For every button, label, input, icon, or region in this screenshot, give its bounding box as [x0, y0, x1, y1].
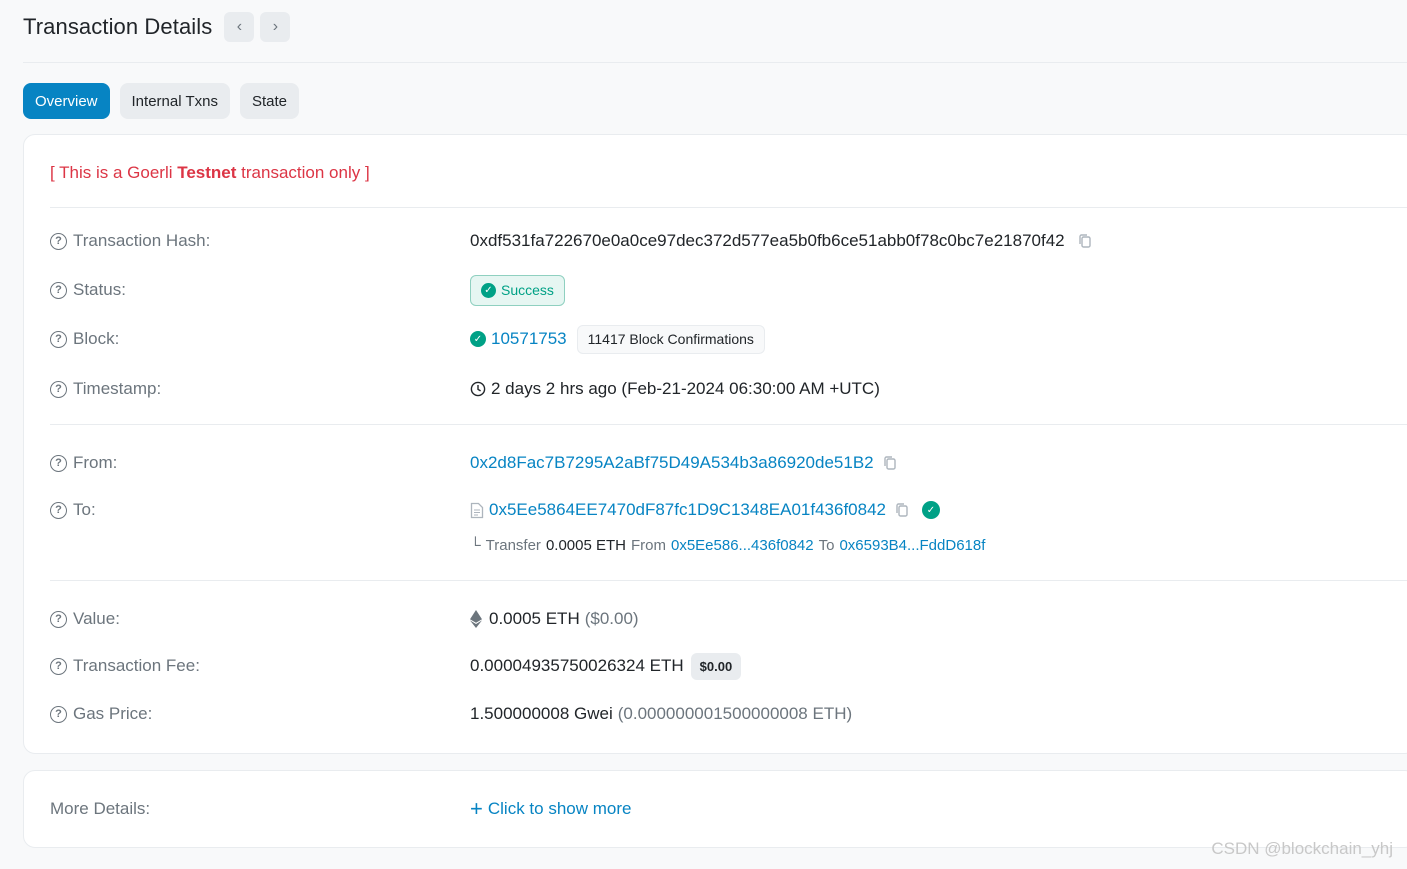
more-details-label: More Details:	[50, 799, 151, 818]
divider	[50, 424, 1407, 425]
row-transaction-fee: ? Transaction Fee: 0.00004935750026324 ET…	[50, 652, 1407, 680]
testnet-notice: [ This is a Goerli Testnet transaction o…	[50, 163, 370, 182]
help-icon[interactable]: ?	[50, 232, 67, 250]
row-from: ? From: 0x2d8Fac7B7295A2aBf75D49A534b3a86…	[50, 449, 1407, 477]
help-icon[interactable]: ?	[50, 281, 67, 299]
page-title: Transaction Details	[23, 14, 213, 39]
show-more-link[interactable]: + Click to show more	[470, 798, 631, 820]
gas-price: 1.500000008 Gwei	[470, 704, 613, 723]
divider	[50, 207, 1407, 208]
help-icon[interactable]: ?	[50, 501, 67, 519]
value-usd: ($0.00)	[584, 609, 639, 628]
chevron-right-icon: ›	[272, 18, 279, 35]
tab-state[interactable]: State	[239, 83, 299, 119]
copy-icon[interactable]	[1077, 233, 1093, 249]
row-to: ? To: 0x5Ee5864EE7470dF87fc1D9C1348EA01f4…	[50, 496, 1407, 524]
plus-icon: +	[470, 796, 483, 821]
check-circle-icon: ✓	[481, 282, 496, 298]
copy-icon[interactable]	[882, 455, 898, 471]
copy-icon[interactable]	[894, 502, 910, 518]
page-header: Transaction Details ‹ ›	[23, 12, 291, 42]
clock-icon	[470, 381, 486, 397]
row-gas-price: ? Gas Price: 1.500000008 Gwei (0.00000000…	[50, 700, 1407, 728]
tab-overview[interactable]: Overview	[23, 83, 110, 119]
ethereum-icon	[470, 610, 482, 628]
more-details-card: More Details: + Click to show more	[23, 770, 1407, 848]
corner-arrow-icon: └	[470, 537, 481, 554]
verified-contract-icon: ✓	[922, 501, 940, 519]
help-icon[interactable]: ?	[50, 610, 67, 628]
check-circle-icon: ✓	[470, 331, 486, 347]
row-transaction-hash: ? Transaction Hash: 0xdf531fa722670e0a0ce…	[50, 227, 1407, 255]
contract-file-icon	[470, 502, 484, 518]
status-badge: ✓ Success	[470, 274, 565, 306]
fee-usd-badge: $0.00	[690, 652, 742, 680]
fee-amount: 0.00004935750026324 ETH	[470, 656, 684, 675]
transaction-hash: 0xdf531fa722670e0a0ce97dec372d577ea5b0fb…	[470, 231, 1065, 250]
help-icon[interactable]: ?	[50, 705, 67, 723]
row-more-details: More Details: + Click to show more	[50, 795, 1407, 823]
transfer-from-link[interactable]: 0x5Ee586...436f0842	[671, 537, 814, 554]
value-amount: 0.0005 ETH	[489, 609, 580, 628]
token-transfer-line: └ Transfer 0.0005 ETH From 0x5Ee586...43…	[470, 537, 986, 554]
watermark: CSDN @blockchain_yhj	[1211, 839, 1393, 858]
help-icon[interactable]: ?	[50, 330, 67, 348]
confirmations-badge: 11417 Block Confirmations	[576, 324, 765, 354]
help-icon[interactable]: ?	[50, 657, 67, 675]
divider	[50, 580, 1407, 581]
help-icon[interactable]: ?	[50, 454, 67, 472]
block-number-link[interactable]: 10571753	[491, 329, 567, 349]
row-value: ? Value: 0.0005 ETH ($0.00)	[50, 605, 1407, 633]
gas-price-eth: (0.000000001500000008 ETH)	[617, 704, 853, 723]
chevron-left-icon: ‹	[236, 18, 243, 35]
tab-internal-txns[interactable]: Internal Txns	[119, 83, 230, 119]
timestamp-value: 2 days 2 hrs ago (Feb-21-2024 06:30:00 A…	[491, 379, 880, 398]
row-timestamp: ? Timestamp: 2 days 2 hrs ago (Feb-21-202…	[50, 375, 1407, 403]
next-transaction-button[interactable]: ›	[260, 12, 291, 42]
from-address-link[interactable]: 0x2d8Fac7B7295A2aBf75D49A534b3a86920de51…	[470, 453, 874, 473]
transfer-to-link[interactable]: 0x6593B4...FddD618f	[839, 537, 985, 554]
prev-transaction-button[interactable]: ‹	[224, 12, 255, 42]
help-icon[interactable]: ?	[50, 380, 67, 398]
header-divider	[23, 62, 1407, 63]
row-block: ? Block: ✓ 10571753 11417 Block Confirmat…	[50, 324, 1407, 354]
overview-card: [ This is a Goerli Testnet transaction o…	[23, 134, 1407, 754]
tab-bar: Overview Internal Txns State	[23, 83, 309, 119]
to-address-link[interactable]: 0x5Ee5864EE7470dF87fc1D9C1348EA01f436f08…	[489, 500, 886, 520]
row-status: ? Status: ✓ Success	[50, 274, 1407, 306]
